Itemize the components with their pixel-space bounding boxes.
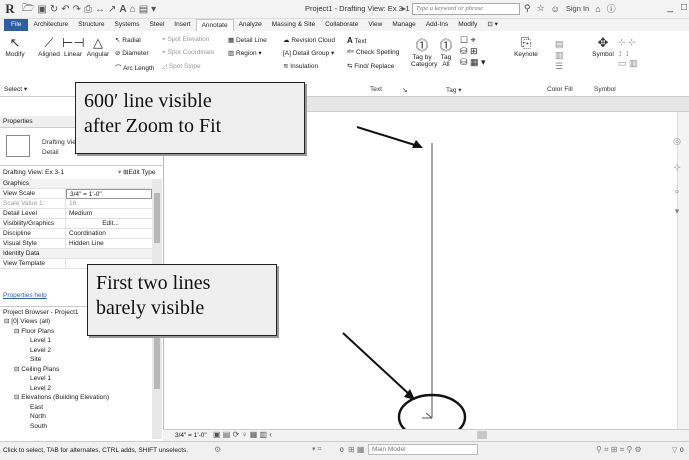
model-selector[interactable]: Main Model bbox=[368, 444, 478, 455]
first-lines-callout: First two lines barely visible bbox=[87, 264, 277, 336]
bottom-callout-arrow bbox=[342, 332, 411, 396]
view-control-bar: 3/4" = 1'-0" ▣ ▤ ⟳ ♀ ▦ ▥ ‹ bbox=[163, 429, 689, 441]
status-hint: Click to select, TAB for alternates, CTR… bbox=[3, 447, 189, 454]
selection-count: 0 bbox=[340, 447, 344, 454]
status-bar: Click to select, TAB for alternates, CTR… bbox=[0, 441, 689, 460]
drawing-overlay bbox=[342, 126, 467, 441]
view-scale-control[interactable]: 3/4" = 1'-0" bbox=[175, 432, 207, 439]
workset-icon[interactable]: ⚙ bbox=[214, 445, 221, 454]
filter-icon[interactable]: ▽ bbox=[672, 446, 677, 454]
view-control-icons[interactable]: ▣ ▤ ⟳ ♀ ▦ ▥ ‹ bbox=[213, 430, 272, 439]
editable-only-icon[interactable]: ▾ ⌗ bbox=[312, 445, 321, 454]
selection-filter-icons[interactable]: ⚲ ⌗ ⊞ ⌗ ⚲ ⚙ bbox=[596, 445, 642, 455]
filter-count: 0 bbox=[680, 447, 684, 454]
design-options-icon[interactable]: ⊞ ▦ bbox=[348, 445, 364, 454]
zoom-to-fit-callout: 600′ line visible after Zoom to Fit bbox=[75, 82, 305, 154]
top-callout-arrow bbox=[356, 126, 419, 147]
horizontal-scroll-thumb[interactable] bbox=[477, 431, 487, 439]
short-detail-line-2[interactable] bbox=[425, 412, 433, 419]
